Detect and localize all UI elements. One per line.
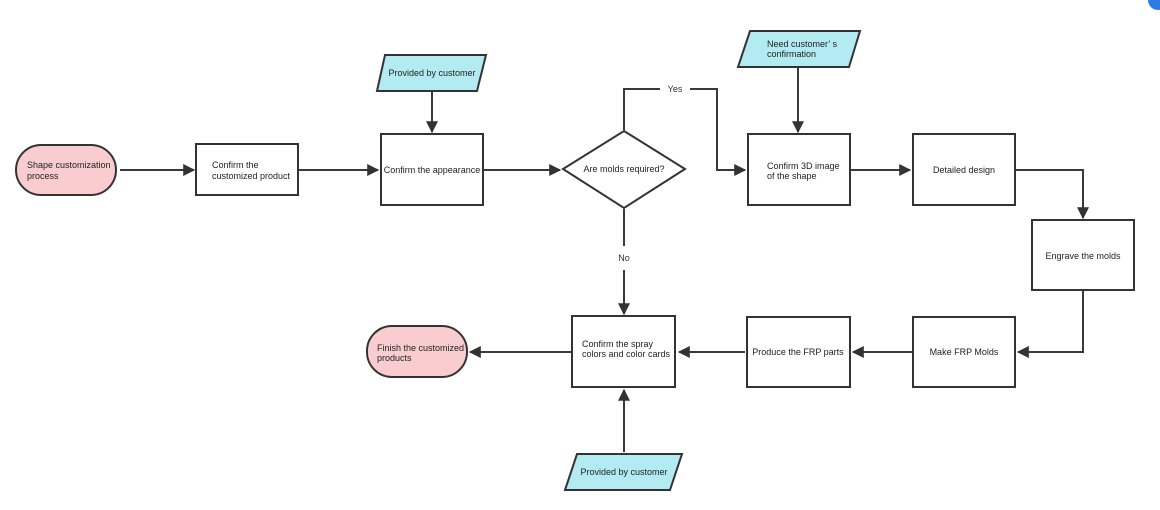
node-label: Confirm the spray [582, 339, 654, 349]
node-label: Make FRP Molds [930, 347, 999, 357]
edge-decision-yes-right [690, 88, 747, 176]
node-provided-by-customer-top[interactable]: Provided by customer [375, 54, 488, 92]
node-label: Confirm the [212, 160, 259, 170]
node-label: Finish the customized [377, 343, 464, 353]
node-label: Provided by customer [580, 467, 667, 477]
node-engrave-molds[interactable]: Engrave the molds [1031, 219, 1135, 291]
node-confirm-3d-image[interactable]: Confirm 3D image of the shape [747, 133, 851, 206]
node-label: confirmation [767, 49, 816, 59]
node-confirm-appearance[interactable]: Confirm the appearance [380, 133, 484, 206]
flowchart: Yes No Shape customization process Confi… [15, 30, 1135, 491]
node-produce-frp-parts[interactable]: Produce the FRP parts [746, 316, 851, 388]
node-label: colors and color cards [582, 349, 671, 359]
node-label: Provided by customer [388, 68, 475, 78]
start-terminal-shape [15, 144, 117, 196]
node-label: Confirm the appearance [384, 165, 481, 175]
node-label: Engrave the molds [1045, 251, 1121, 261]
node-label: Are molds required? [583, 164, 664, 174]
edge-label-no: No [618, 253, 630, 263]
node-label: Shape customization [27, 160, 111, 170]
node-confirm-spray-colors[interactable]: Confirm the spray colors and color cards [571, 315, 676, 388]
node-label: products [377, 353, 412, 363]
node-label: Need customer’ s [767, 39, 838, 49]
node-label: customized product [212, 171, 291, 181]
node-provided-by-customer-bottom[interactable]: Provided by customer [563, 453, 684, 491]
edge-detailed-to-engrave [1015, 169, 1089, 220]
node-label: of the shape [767, 171, 817, 181]
node-make-frp-molds[interactable]: Make FRP Molds [912, 316, 1016, 388]
node-label: process [27, 171, 59, 181]
node-detailed-design[interactable]: Detailed design [912, 133, 1016, 206]
edge-decision-yes-left [623, 88, 660, 130]
node-label: Confirm 3D image [767, 161, 840, 171]
edges [120, 68, 1089, 452]
edge-label-yes: Yes [668, 84, 683, 94]
edge-engrave-to-makefrp [1016, 291, 1084, 358]
node-confirm-product[interactable]: Confirm the customized product [195, 143, 299, 196]
node-finish[interactable]: Finish the customized products [366, 325, 468, 378]
node-start[interactable]: Shape customization process [15, 144, 117, 196]
node-need-customer-confirmation[interactable]: Need customer’ s confirmation [736, 30, 862, 68]
node-molds-decision[interactable]: Are molds required? [561, 129, 687, 210]
node-label: Detailed design [933, 165, 995, 175]
node-label: Produce the FRP parts [752, 347, 844, 357]
